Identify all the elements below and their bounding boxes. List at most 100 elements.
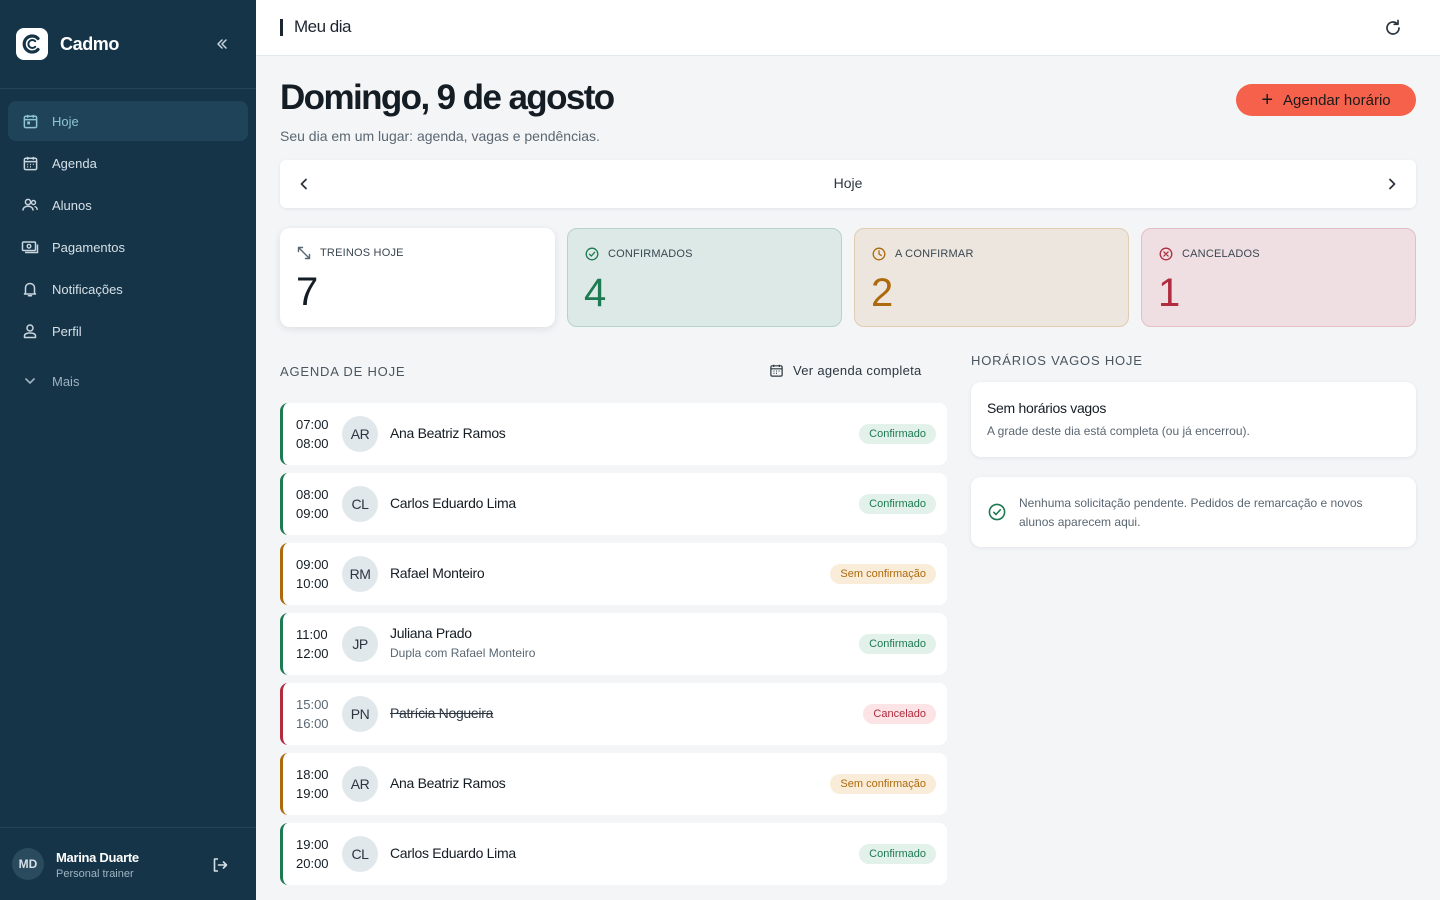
calendar-day-icon — [21, 112, 39, 130]
status-badge: Cancelado — [863, 704, 936, 724]
sidebar-item-pagamentos[interactable]: Pagamentos — [8, 227, 248, 267]
time-range: 08:00 09:00 — [296, 487, 329, 521]
status-badge: Confirmado — [859, 494, 936, 514]
stat-value: 7 — [296, 270, 319, 314]
stat-card-pending[interactable]: A CONFIRMAR 2 — [854, 228, 1129, 327]
status-badge: Confirmado — [859, 844, 936, 864]
status-badge: Sem confirmação — [830, 774, 936, 794]
cadmo-logo-icon[interactable] — [16, 28, 48, 60]
sidebar-item-mais[interactable]: Mais — [8, 361, 248, 401]
vacancies-empty-card: Sem horários vagos A grade deste dia est… — [971, 382, 1416, 457]
stat-label: CANCELADOS — [1182, 247, 1260, 260]
date-label[interactable]: Hoje — [280, 175, 1416, 191]
user-name: Marina Duarte — [56, 850, 139, 865]
sidebar-item-hoje[interactable]: Hoje — [8, 101, 248, 141]
vacancies-section-label: HORÁRIOS VAGOS HOJE — [971, 353, 1143, 368]
vacancies-empty-text: A grade deste dia está completa (ou já e… — [987, 424, 1250, 438]
check-circle-icon — [988, 503, 1006, 521]
sidebar-divider — [0, 88, 256, 89]
plus-icon: + — [1261, 89, 1274, 111]
x-circle-icon — [1158, 246, 1173, 261]
avatar: CL — [342, 486, 378, 522]
appointment-row[interactable]: 09:00 10:00 RM Rafael Monteiro Sem confir… — [280, 543, 947, 605]
appointment-row[interactable]: 19:00 20:00 CL Carlos Eduardo Lima Confir… — [280, 823, 947, 885]
time-range: 19:00 20:00 — [296, 837, 329, 871]
avatar: AR — [342, 416, 378, 452]
sidebar-item-label: Perfil — [52, 323, 82, 339]
check-circle-icon — [584, 246, 599, 261]
time-range: 09:00 10:00 — [296, 557, 329, 591]
appointment-note: Dupla com Rafael Monteiro — [390, 646, 536, 660]
add-appointment-label: Agendar horário — [1283, 91, 1391, 109]
avatar: CL — [342, 836, 378, 872]
stat-header: TREINOS HOJE — [296, 245, 404, 260]
trend-arrows-icon — [296, 245, 311, 260]
stat-card-cancelled[interactable]: CANCELADOS 1 — [1141, 228, 1416, 327]
avatar[interactable]: MD — [12, 848, 44, 880]
agenda-list: 07:00 08:00 AR Ana Beatriz Ramos Confirma… — [280, 403, 947, 893]
page-title: Domingo, 9 de agosto — [280, 78, 615, 117]
student-name: Rafael Monteiro — [390, 565, 485, 581]
status-badge: Confirmado — [859, 634, 936, 654]
stat-card-total: TREINOS HOJE 7 — [280, 228, 555, 327]
sidebar-nav: Hoje Agenda Alunos Pagamentos Notificaçõ… — [8, 101, 248, 353]
time-range: 15:00 16:00 — [296, 697, 329, 731]
logout-icon[interactable] — [210, 855, 230, 875]
user-role: Personal trainer — [56, 868, 134, 880]
appointment-row[interactable]: 07:00 08:00 AR Ana Beatriz Ramos Confirma… — [280, 403, 947, 465]
stat-value: 2 — [871, 271, 894, 315]
appointment-row[interactable]: 15:00 16:00 PN Patrícia Nogueira Cancelad… — [280, 683, 947, 745]
student-name: Ana Beatriz Ramos — [390, 425, 506, 441]
avatar: AR — [342, 766, 378, 802]
topbar: Meu dia — [256, 0, 1440, 56]
refresh-icon[interactable] — [1382, 17, 1404, 39]
avatar: PN — [342, 696, 378, 732]
user-box: MD Marina Duarte Personal trainer — [0, 827, 256, 900]
appointment-row[interactable]: 08:00 09:00 CL Carlos Eduardo Lima Confir… — [280, 473, 947, 535]
topbar-title: Meu dia — [294, 17, 351, 36]
status-badge: Confirmado — [859, 424, 936, 444]
users-icon — [21, 196, 39, 214]
calendar-icon — [21, 154, 39, 172]
stat-label: A CONFIRMAR — [895, 247, 974, 260]
add-appointment-button[interactable]: + Agendar horário — [1236, 84, 1416, 116]
money-icon — [21, 238, 39, 256]
chevron-down-icon — [21, 372, 39, 390]
stat-label: CONFIRMADOS — [608, 247, 693, 260]
sidebar-item-notificacoes[interactable]: Notificações — [8, 269, 248, 309]
see-full-agenda-link[interactable]: Ver agenda completa — [768, 362, 922, 378]
sidebar-item-label: Alunos — [52, 197, 92, 213]
chevron-right-icon[interactable] — [1382, 174, 1402, 194]
appointment-row[interactable]: 18:00 19:00 AR Ana Beatriz Ramos Sem conf… — [280, 753, 947, 815]
stat-value: 1 — [1158, 271, 1181, 315]
sidebar-item-label: Pagamentos — [52, 239, 125, 255]
sidebar-item-label: Agenda — [52, 155, 97, 171]
sidebar-item-alunos[interactable]: Alunos — [8, 185, 248, 225]
brand: Cadmo — [16, 28, 240, 60]
time-range: 18:00 19:00 — [296, 767, 329, 801]
requests-card: Nenhuma solicitação pendente. Pedidos de… — [971, 477, 1416, 547]
stat-header: CANCELADOS — [1158, 246, 1260, 261]
time-range: 07:00 08:00 — [296, 417, 329, 451]
bell-icon — [21, 280, 39, 298]
student-name: Carlos Eduardo Lima — [390, 495, 516, 511]
sidebar-item-perfil[interactable]: Perfil — [8, 311, 248, 351]
stat-label: TREINOS HOJE — [320, 246, 404, 259]
stat-card-confirmed[interactable]: CONFIRMADOS 4 — [567, 228, 842, 327]
requests-empty-text: Nenhuma solicitação pendente. Pedidos de… — [1019, 496, 1363, 529]
sidebar-item-label: Notificações — [52, 281, 123, 297]
agenda-section-label: AGENDA DE HOJE — [280, 364, 406, 379]
collapse-sidebar-icon[interactable] — [212, 34, 232, 54]
date-navigator: Hoje — [280, 160, 1416, 208]
student-name: Patrícia Nogueira — [390, 705, 494, 721]
title-marker — [280, 19, 283, 36]
sidebar-item-label: Hoje — [52, 113, 79, 129]
stat-header: CONFIRMADOS — [584, 246, 693, 261]
appointment-row[interactable]: 11:00 12:00 JP Juliana Prado Dupla com Ra… — [280, 613, 947, 675]
calendar-icon — [768, 362, 784, 378]
status-badge: Sem confirmação — [830, 564, 936, 584]
see-full-agenda-label: Ver agenda completa — [793, 362, 922, 378]
stat-value: 4 — [584, 271, 607, 315]
sidebar-item-agenda[interactable]: Agenda — [8, 143, 248, 183]
sidebar: Cadmo Hoje Agenda Alunos Pagamentos Noti… — [0, 0, 256, 900]
